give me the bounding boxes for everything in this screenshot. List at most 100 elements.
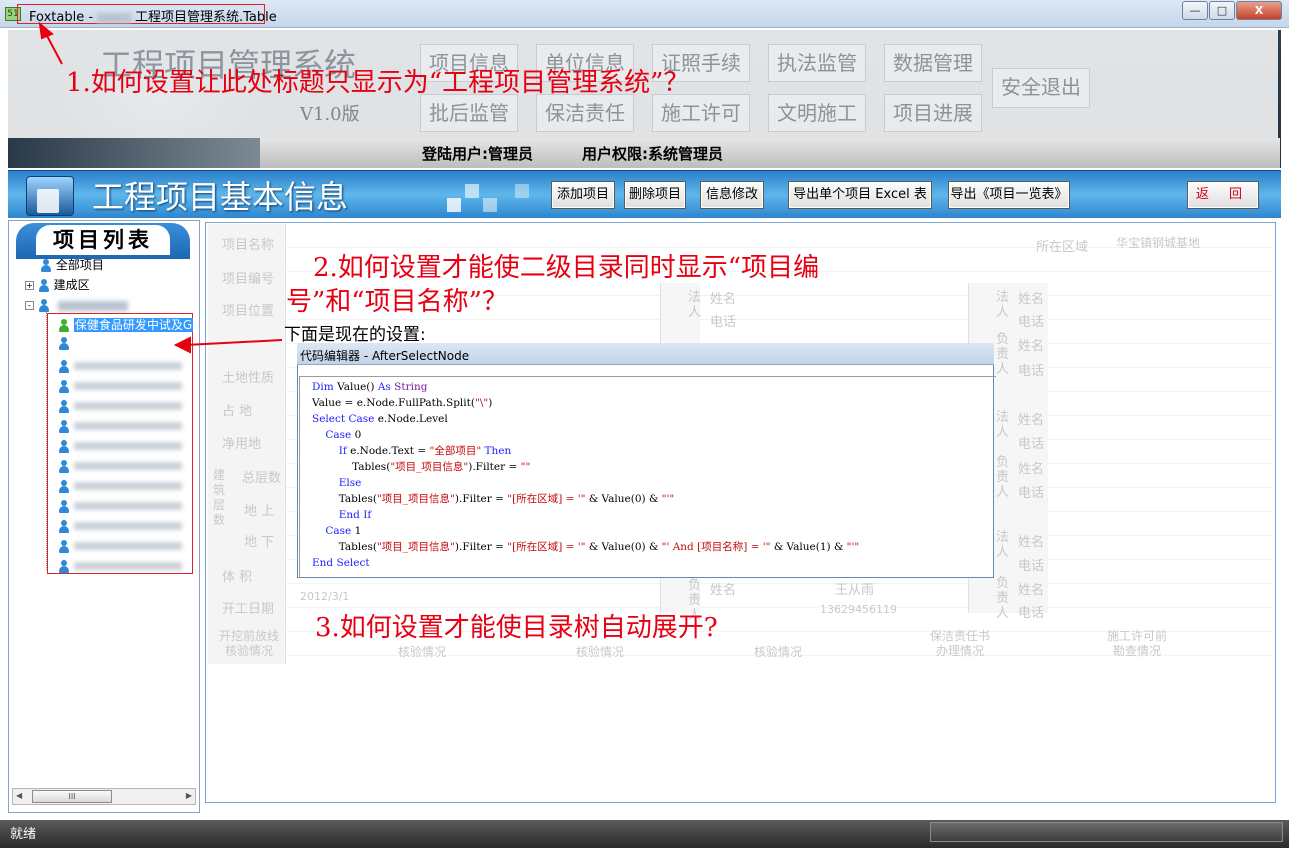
tree-node-district[interactable]: + 建成区 (25, 276, 90, 294)
label-start-date: 开工日期 (222, 602, 275, 617)
user-info-bar (260, 138, 1280, 168)
blurred-text (74, 562, 182, 570)
user-icon (58, 559, 70, 573)
label-check-6: 施工许可前勘查情况 (1106, 629, 1167, 658)
edit-info-button[interactable]: 信息修改 (700, 181, 764, 209)
code-line: End Select (312, 557, 370, 569)
close-button[interactable]: X (1236, 1, 1282, 20)
code-line: End If (338, 509, 372, 521)
blurred-text (74, 482, 182, 490)
status-segment (930, 822, 1283, 842)
scroll-left-icon[interactable]: ◀ (16, 791, 22, 800)
tree-hscroll-thumb[interactable]: III (32, 790, 112, 803)
back-button[interactable]: 返 回 (1187, 181, 1259, 209)
annotation-question-2-line1: 2.如何设置才能使二级目录同时显示“项目编 (313, 253, 820, 283)
tree-title: 项目列表 (36, 225, 170, 255)
add-project-button[interactable]: 添加项目 (551, 181, 615, 209)
list-item[interactable] (58, 476, 188, 496)
user-icon (58, 499, 70, 513)
window-title: Foxtable - 工程项目管理系统.Table (29, 6, 277, 25)
label-legal: 法人 (996, 530, 1010, 560)
nav-civil-construction[interactable]: 文明施工 (768, 94, 866, 132)
user-icon (40, 259, 52, 272)
tree-node-selected[interactable]: 保健食品研发中试及G (58, 316, 194, 334)
delete-project-button[interactable]: 删除项目 (624, 181, 686, 209)
code-line: Tables("项目_项目信息").Filter = "[所在区域] = '" … (338, 493, 675, 505)
annotation-question-2-line2: 号”和“项目名称”？ (286, 287, 508, 317)
label-phone: 电话 (1018, 606, 1045, 621)
code-editor-text[interactable]: Dim Value() As String Value = e.Node.Full… (312, 379, 859, 571)
decor-square (515, 184, 529, 198)
user-icon (58, 439, 70, 453)
label-legal: 法人 (688, 290, 702, 320)
label-below: 地 下 (244, 535, 275, 550)
tree-node-label: 全部项目 (55, 258, 104, 272)
collapse-icon[interactable]: - (25, 301, 34, 310)
list-item[interactable] (58, 436, 188, 456)
blurred-text (57, 300, 128, 311)
list-item[interactable] (58, 336, 188, 356)
user-icon (58, 379, 70, 393)
code-line: If e.Node.Text = "全部项目" Then (338, 445, 512, 457)
list-item[interactable] (58, 376, 188, 396)
label-building-layers: 建筑层数 (213, 468, 226, 527)
nav-construction-permit[interactable]: 施工许可 (652, 94, 750, 132)
expand-icon[interactable]: + (25, 281, 34, 290)
list-item[interactable] (58, 556, 188, 576)
tree-node-root[interactable]: 全部项目 (40, 256, 104, 274)
code-line: Case 1 (325, 525, 362, 537)
blurred-text (74, 362, 182, 370)
list-item[interactable] (58, 356, 188, 376)
code-line: Tables("项目_项目信息").Filter = "[所在区域] = '" … (338, 541, 860, 553)
nav-post-approval[interactable]: 批后监管 (420, 94, 518, 132)
code-line: Tables("项目_项目信息").Filter = "" (352, 461, 531, 473)
scroll-right-icon[interactable]: ▶ (186, 791, 192, 800)
export-list-button[interactable]: 导出《项目一览表》 (948, 181, 1070, 209)
tree-node-blurred[interactable]: - (25, 296, 132, 314)
label-name: 姓名 (1018, 292, 1045, 307)
nav-data-mgmt[interactable]: 数据管理 (884, 44, 982, 82)
user-icon (58, 479, 70, 493)
annotation-current-setting: 下面是现在的设置: (284, 325, 426, 345)
user-icon (58, 539, 70, 553)
label-phone: 电话 (1018, 437, 1045, 452)
label-name: 姓名 (1018, 339, 1045, 354)
blurred-text (74, 542, 182, 550)
export-excel-button[interactable]: 导出单个项目 Excel 表 (788, 181, 932, 209)
user-role-label: 用户权限:系统管理员 (582, 145, 723, 163)
decor-square (483, 198, 497, 212)
label-project-no: 项目编号 (222, 272, 275, 287)
label-name: 姓名 (1018, 462, 1045, 477)
label-project-location: 项目位置 (222, 304, 275, 319)
label-name: 姓名 (710, 583, 737, 598)
list-item[interactable] (58, 396, 188, 416)
list-item[interactable] (58, 496, 188, 516)
list-item[interactable] (58, 516, 188, 536)
nav-cleaning[interactable]: 保洁责任 (536, 94, 634, 132)
blurred-text (97, 12, 132, 23)
label-district: 所在区域 (1036, 240, 1089, 255)
label-check-5: 保洁责任书办理情况 (929, 629, 990, 658)
section-title: 工程项目基本信息 (92, 178, 349, 216)
list-item[interactable] (58, 536, 188, 556)
label-name: 姓名 (1018, 413, 1045, 428)
list-item[interactable] (58, 416, 188, 436)
nav-enforcement[interactable]: 执法监管 (768, 44, 866, 82)
maximize-button[interactable]: □ (1209, 1, 1235, 20)
label-name: 姓名 (1018, 535, 1045, 550)
label-responsible: 负责人 (996, 455, 1010, 500)
tree-connector (46, 312, 47, 570)
banner-bottom-left (8, 138, 260, 168)
status-text: 就绪 (10, 827, 37, 842)
list-item[interactable] (58, 456, 188, 476)
label-occupied: 占 地 (222, 404, 253, 419)
label-phone: 电话 (1018, 486, 1045, 501)
minimize-button[interactable]: — (1182, 1, 1208, 20)
label-responsible: 负责人 (996, 576, 1010, 621)
decor-square (465, 184, 479, 198)
window-app-name: Foxtable - (29, 10, 94, 25)
logout-button[interactable]: 安全退出 (992, 68, 1090, 108)
nav-progress[interactable]: 项目进展 (884, 94, 982, 132)
label-net-land: 净用地 (222, 437, 262, 452)
label-name: 姓名 (710, 292, 737, 307)
